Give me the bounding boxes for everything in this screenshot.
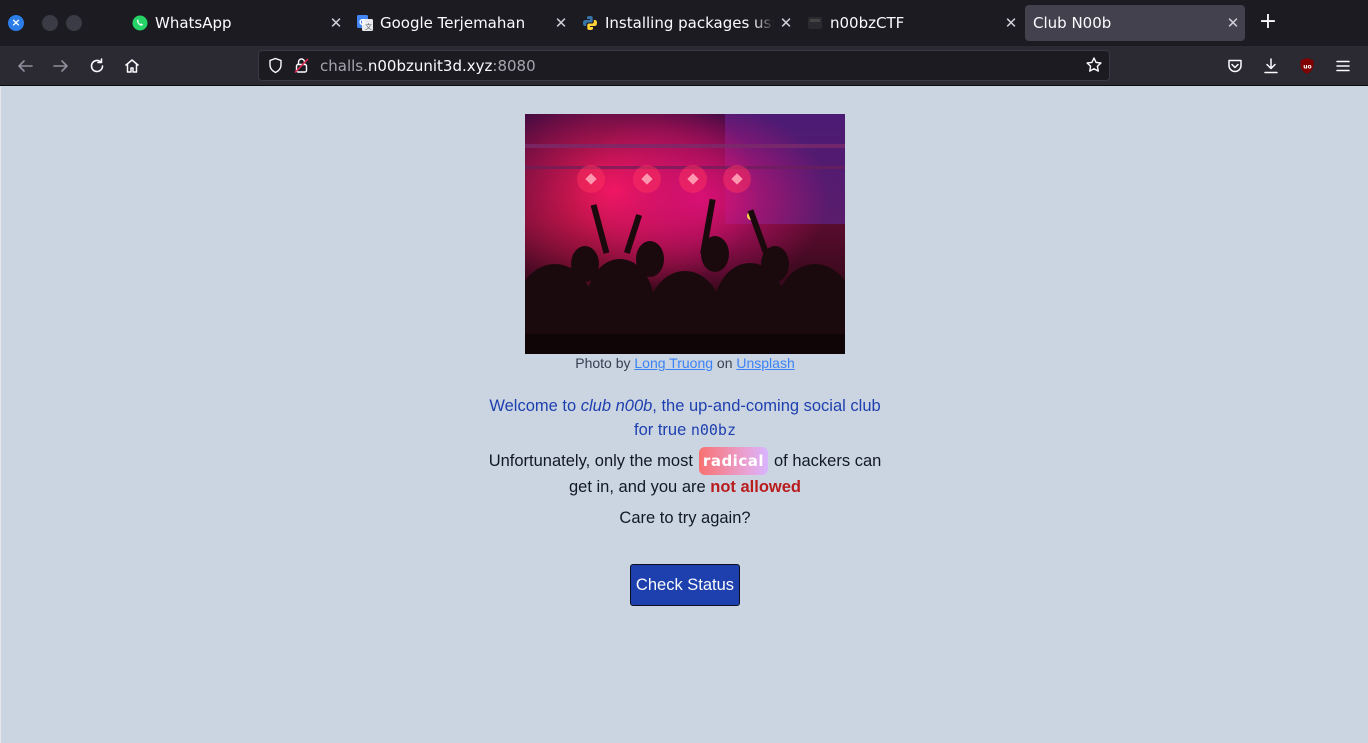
tab-whatsapp[interactable]: WhatsApp ✕ — [124, 5, 348, 41]
tab-title: Installing packages using pip — [605, 14, 774, 32]
close-tab-icon[interactable]: ✕ — [549, 14, 573, 32]
status-text-start: Unfortunately, only the most — [488, 452, 693, 470]
url-domain: n00bzunit3d.xyz — [367, 57, 493, 75]
close-tab-icon[interactable]: ✕ — [324, 14, 348, 32]
google-translate-icon: G文 — [357, 15, 373, 31]
welcome-text-middle: , the up-and-coming social club for true — [633, 397, 881, 439]
not-allowed-verdict: not allowed — [710, 478, 801, 496]
n00bz-code: n00bz — [690, 421, 736, 439]
svg-text:文: 文 — [365, 22, 372, 31]
club-photo — [525, 114, 845, 354]
photo-credit: Photo by Long Truong on Unsplash — [485, 355, 885, 371]
tab-title: Google Terjemahan — [380, 14, 526, 32]
ublock-shield-icon: uo — [1300, 58, 1314, 74]
tab-title: WhatsApp — [155, 14, 232, 32]
window-minimize-button[interactable] — [42, 15, 58, 31]
url-prefix: challs. — [320, 57, 368, 75]
back-button[interactable] — [13, 54, 37, 78]
site-icon — [807, 15, 823, 31]
new-tab-button[interactable]: + — [1256, 11, 1280, 35]
tracking-protection-shield-icon[interactable] — [267, 57, 284, 78]
home-icon — [125, 59, 139, 73]
pocket-button[interactable] — [1223, 54, 1247, 78]
downloads-button[interactable] — [1259, 54, 1283, 78]
insecure-lock-icon[interactable] — [293, 57, 310, 78]
home-button[interactable] — [120, 54, 144, 78]
forward-arrow-icon — [53, 60, 68, 72]
credit-prefix: Photo by — [575, 355, 635, 371]
tab-title: Club N00b — [1033, 14, 1112, 32]
url-text[interactable]: challs.n00bzunit3d.xyz:8080 — [320, 57, 536, 75]
forward-button[interactable] — [49, 54, 73, 78]
tab-title: n00bzCTF — [830, 14, 905, 32]
unsplash-link[interactable]: Unsplash — [736, 355, 794, 371]
welcome-message: Welcome to club n00b, the up-and-coming … — [485, 394, 885, 442]
navigation-bar: challs.n00bzunit3d.xyz:8080 uo — [0, 46, 1368, 86]
bookmark-star-icon[interactable] — [1085, 56, 1103, 78]
url-bar[interactable]: challs.n00bzunit3d.xyz:8080 — [258, 50, 1110, 81]
window-close-button[interactable]: × — [8, 15, 24, 31]
photographer-link[interactable]: Long Truong — [634, 355, 713, 371]
tab-google-translate[interactable]: G文 Google Terjemahan ✕ — [349, 5, 573, 41]
menu-button[interactable] — [1331, 54, 1355, 78]
try-again-prompt: Care to try again? — [619, 509, 751, 527]
ublock-origin-button[interactable]: uo — [1295, 54, 1319, 78]
reload-button[interactable] — [85, 54, 109, 78]
radical-badge: radical — [698, 447, 768, 475]
download-icon — [1264, 58, 1278, 74]
whatsapp-icon — [132, 15, 148, 31]
tab-club-n00b[interactable]: Club N00b ✕ — [1025, 5, 1245, 41]
python-icon — [582, 15, 598, 31]
tab-python-docs[interactable]: Installing packages using pip ✕ — [574, 5, 798, 41]
svg-text:uo: uo — [1303, 64, 1311, 71]
window-maximize-button[interactable] — [66, 15, 82, 31]
tab-strip: × WhatsApp ✕ G文 Google Terjemahan ✕ Inst… — [0, 0, 1368, 46]
back-arrow-icon — [18, 60, 33, 72]
welcome-text-start: Welcome to — [489, 397, 581, 415]
close-tab-icon[interactable]: ✕ — [1221, 14, 1245, 32]
close-tab-icon[interactable]: ✕ — [999, 14, 1023, 32]
status-message: Unfortunately, only the most radical of ha… — [485, 447, 885, 499]
hamburger-menu-icon — [1336, 60, 1350, 72]
credit-middle: on — [713, 355, 737, 371]
page-content: Photo by Long Truong on Unsplash Welcome… — [0, 87, 1368, 743]
close-tab-icon[interactable]: ✕ — [774, 14, 798, 32]
club-name: club n00b — [580, 397, 653, 415]
pocket-icon — [1228, 59, 1242, 73]
reload-icon — [90, 58, 104, 73]
tab-n00bzctf[interactable]: n00bzCTF ✕ — [799, 5, 1023, 41]
check-status-button[interactable]: Check Status — [630, 564, 740, 606]
url-port: :8080 — [492, 57, 536, 75]
